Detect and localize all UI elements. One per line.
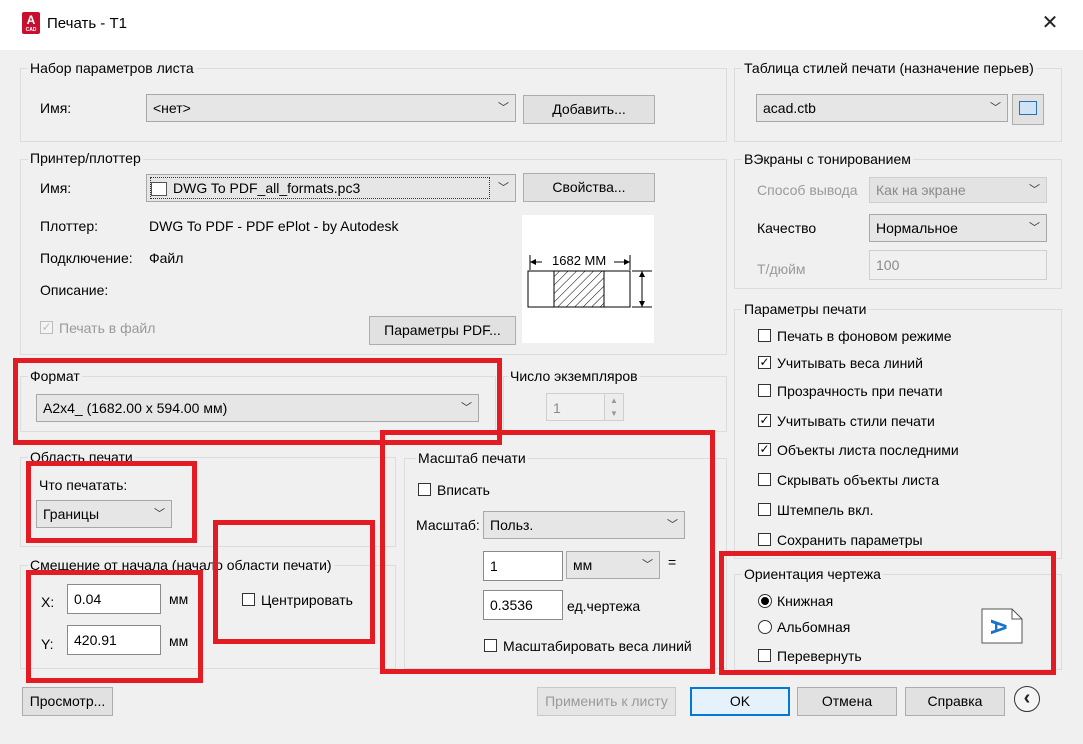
plot-transparency-checkbox[interactable] bbox=[758, 384, 771, 397]
highlight-center-plot bbox=[213, 520, 375, 644]
chevron-down-icon: ﹀ bbox=[1029, 184, 1040, 196]
paper-preview: 1682 ММ bbox=[522, 215, 654, 343]
apply-to-layout-button[interactable]: Применить к листу bbox=[537, 687, 676, 716]
plot-with-styles-label: Учитывать стили печати bbox=[777, 413, 935, 429]
ok-button[interactable]: OK bbox=[690, 687, 790, 716]
printer-properties-button[interactable]: Свойства... bbox=[523, 173, 655, 202]
plot-lineweights-label: Учитывать веса линий bbox=[777, 355, 923, 371]
help-button[interactable]: Справка bbox=[905, 687, 1005, 716]
preview-button[interactable]: Просмотр... bbox=[22, 687, 113, 716]
shade-plot-combo[interactable]: Как на экране ﹀ bbox=[869, 177, 1047, 203]
quality-combo[interactable]: Нормальное ﹀ bbox=[869, 214, 1047, 242]
background-plot-checkbox[interactable] bbox=[758, 329, 771, 342]
highlight-what-to-plot bbox=[26, 461, 197, 543]
shaded-viewport-group-label: ВЭкраны с тонированием bbox=[742, 151, 913, 167]
title-bar bbox=[0, 0, 1083, 50]
paperspace-last-label: Объекты листа последними bbox=[777, 442, 959, 458]
page-setup-name-combo[interactable]: <нет> ﹀ bbox=[146, 94, 516, 122]
print-to-file-label: Печать в файл bbox=[59, 320, 156, 336]
preview-dimension-label: 1682 ММ bbox=[550, 253, 609, 268]
chevron-down-icon: ﹀ bbox=[1029, 222, 1040, 234]
paperspace-last-checkbox[interactable]: ✓ bbox=[758, 443, 771, 456]
highlight-plot-scale bbox=[380, 430, 715, 674]
close-icon[interactable]: ✕ bbox=[1038, 10, 1062, 35]
highlight-orientation bbox=[719, 551, 1056, 675]
connection-label: Подключение: bbox=[40, 250, 133, 266]
page-setup-group-label: Набор параметров листа bbox=[28, 60, 196, 76]
print-to-file-checkbox[interactable]: ✓ bbox=[40, 321, 53, 334]
save-changes-label: Сохранить параметры bbox=[777, 532, 923, 548]
add-page-setup-button[interactable]: Добавить... bbox=[523, 95, 655, 124]
plot-stamp-checkbox[interactable] bbox=[758, 503, 771, 516]
window-title: Печать - T1 bbox=[47, 15, 127, 32]
plot-transparency-label: Прозрачность при печати bbox=[777, 383, 943, 399]
plot-options-group-label: Параметры печати bbox=[742, 301, 869, 317]
chevron-down-icon: ﹀ bbox=[990, 102, 1001, 114]
plotter-label: Плоттер: bbox=[40, 218, 98, 234]
style-table-combo[interactable]: acad.ctb ﹀ bbox=[756, 94, 1008, 122]
edit-table-icon bbox=[1019, 101, 1037, 115]
connection-value: Файл bbox=[149, 250, 184, 266]
plot-options-group bbox=[734, 309, 1062, 559]
edit-style-table-button[interactable] bbox=[1012, 94, 1044, 125]
highlight-offset-xy bbox=[26, 570, 203, 683]
plot-stamp-label: Штемпель вкл. bbox=[777, 502, 874, 518]
dpi-input[interactable]: 100 bbox=[869, 250, 1047, 280]
plotter-value: DWG To PDF - PDF ePlot - by Autodesk bbox=[149, 218, 399, 234]
autocad-app-icon: A CAD bbox=[22, 12, 40, 34]
copies-spinner[interactable]: ▲ ▼ bbox=[604, 393, 624, 421]
printer-group-label: Принтер/плоттер bbox=[28, 150, 143, 166]
cancel-button[interactable]: Отмена bbox=[797, 687, 897, 716]
save-changes-checkbox[interactable] bbox=[758, 533, 771, 546]
chevron-down-icon: ﹀ bbox=[498, 102, 509, 114]
background-plot-label: Печать в фоновом режиме bbox=[777, 328, 952, 344]
dpi-label: Т/дюйм bbox=[757, 261, 806, 277]
hide-paperspace-label: Скрывать объекты листа bbox=[777, 472, 939, 488]
plot-lineweights-checkbox[interactable]: ✓ bbox=[758, 356, 771, 369]
description-label: Описание: bbox=[40, 282, 109, 298]
copies-input[interactable]: 1 bbox=[546, 393, 606, 421]
plot-with-styles-checkbox[interactable]: ✓ bbox=[758, 414, 771, 427]
page-setup-name-label: Имя: bbox=[40, 100, 72, 116]
chevron-down-icon: ﹀ bbox=[498, 182, 509, 194]
printer-name-focus bbox=[150, 177, 490, 199]
printer-name-label: Имя: bbox=[40, 180, 72, 196]
quality-label: Качество bbox=[757, 220, 817, 236]
hide-paperspace-checkbox[interactable] bbox=[758, 473, 771, 486]
pdf-options-button[interactable]: Параметры PDF... bbox=[369, 316, 516, 345]
copies-group-label: Число экземпляров bbox=[508, 368, 640, 384]
style-table-group-label: Таблица стилей печати (назначение перьев… bbox=[742, 60, 1036, 76]
collapse-options-icon[interactable]: ‹ bbox=[1014, 686, 1040, 712]
shade-plot-label: Способ вывода bbox=[757, 182, 858, 198]
